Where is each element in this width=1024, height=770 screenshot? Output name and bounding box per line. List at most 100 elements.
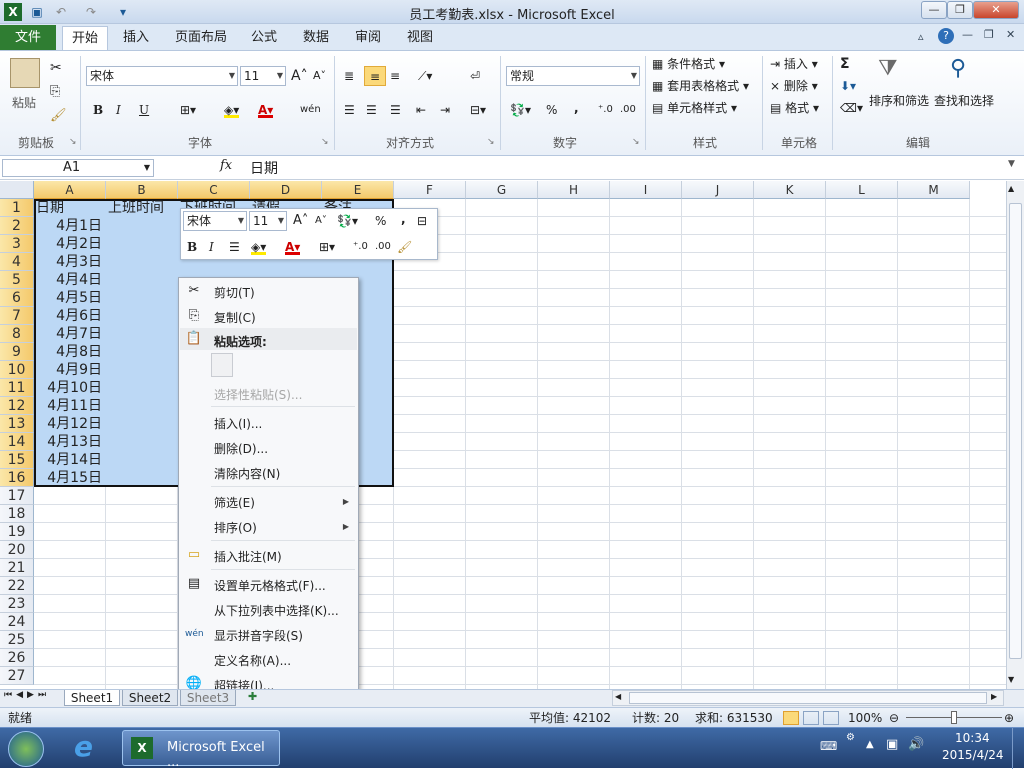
- restore-button[interactable]: ❐: [947, 1, 973, 19]
- mini-merge-icon[interactable]: ⊟: [417, 211, 427, 231]
- row-header[interactable]: 9: [0, 343, 34, 361]
- number-launcher-icon[interactable]: ↘: [632, 137, 640, 147]
- menu-item-insert-comment[interactable]: 插入批注(M): [214, 548, 282, 565]
- row-header[interactable]: 22: [0, 577, 34, 595]
- horizontal-scroll-thumb[interactable]: [629, 692, 987, 704]
- row-header[interactable]: 2: [0, 217, 34, 235]
- mini-comma-button[interactable]: ,: [401, 209, 406, 229]
- ime-icon[interactable]: ⚙: [846, 732, 855, 743]
- row-header[interactable]: 5: [0, 271, 34, 289]
- row-header[interactable]: 16: [0, 469, 34, 487]
- menu-item-phonetic[interactable]: 显示拼音字段(S): [214, 627, 303, 644]
- align-center-icon[interactable]: ☰: [366, 100, 377, 120]
- grow-font-icon[interactable]: A˄: [291, 66, 308, 86]
- menu-item-clear[interactable]: 清除内容(N): [214, 465, 280, 482]
- mini-increase-decimal-icon[interactable]: ⁺.0: [353, 237, 368, 257]
- font-color-icon[interactable]: A▾: [258, 100, 274, 118]
- ribbon-collapse-icon[interactable]: ▵: [918, 30, 924, 43]
- row-header[interactable]: 1: [0, 199, 34, 217]
- row-header[interactable]: 4: [0, 253, 34, 271]
- date-cell[interactable]: 4月9日: [34, 361, 102, 379]
- row-header[interactable]: 11: [0, 379, 34, 397]
- row-header[interactable]: 7: [0, 307, 34, 325]
- tab-page-layout[interactable]: 页面布局: [170, 26, 232, 50]
- zoom-out-icon[interactable]: ⊖: [889, 708, 899, 728]
- header-cell[interactable]: 上班时间: [108, 199, 178, 217]
- percent-button[interactable]: %: [546, 100, 557, 120]
- close-button[interactable]: ✕: [973, 1, 1019, 19]
- row-header[interactable]: 6: [0, 289, 34, 307]
- number-format-combo[interactable]: 常规 ▼: [506, 66, 640, 86]
- column-header[interactable]: D: [250, 181, 322, 199]
- row-header[interactable]: 27: [0, 667, 34, 685]
- vertical-scrollbar[interactable]: ▲ ▼: [1006, 181, 1024, 689]
- sort-filter-label[interactable]: 排序和筛选: [869, 92, 929, 109]
- increase-indent-icon[interactable]: ⇥: [440, 100, 450, 120]
- formula-input[interactable]: 日期: [250, 158, 278, 178]
- date-cell[interactable]: 4月3日: [34, 253, 102, 271]
- align-left-icon[interactable]: ☰: [344, 100, 355, 120]
- clear-icon[interactable]: ⌫▾: [840, 98, 863, 118]
- wb-minimize-icon[interactable]: —: [962, 28, 973, 41]
- copy-icon[interactable]: ⎘: [50, 84, 60, 99]
- volume-icon[interactable]: 🔊: [908, 737, 924, 752]
- paste-label[interactable]: 粘贴: [12, 94, 36, 111]
- zoom-level[interactable]: 100%: [848, 708, 882, 728]
- find-select-icon[interactable]: ⚲: [950, 56, 966, 81]
- network-icon[interactable]: ▣: [886, 737, 898, 752]
- paste-icon[interactable]: [10, 58, 40, 88]
- mini-font-combo[interactable]: 宋体 ▼: [183, 211, 247, 231]
- column-header[interactable]: A: [34, 181, 106, 199]
- expand-formula-bar-icon[interactable]: ▼: [1008, 159, 1015, 169]
- format-painter-icon[interactable]: 🖌: [50, 108, 67, 123]
- font-launcher-icon[interactable]: ↘: [321, 137, 329, 147]
- paste-option-icon[interactable]: [211, 353, 233, 377]
- decrease-indent-icon[interactable]: ⇤: [416, 100, 426, 120]
- merge-center-icon[interactable]: ⊟▾: [470, 100, 486, 120]
- sheet-tab-3[interactable]: Sheet3: [180, 690, 236, 706]
- row-header[interactable]: 8: [0, 325, 34, 343]
- menu-item-pick-list[interactable]: 从下拉列表中选择(K)...: [214, 602, 339, 619]
- fill-color-icon[interactable]: ◈▾: [224, 100, 240, 118]
- tab-file[interactable]: 文件: [0, 25, 56, 50]
- select-all-button[interactable]: [0, 181, 34, 199]
- insert-function-button[interactable]: fx: [220, 158, 232, 173]
- tray-expand-icon[interactable]: ▲: [866, 739, 874, 750]
- horizontal-scrollbar[interactable]: ◀ ▶: [612, 690, 1004, 706]
- alignment-launcher-icon[interactable]: ↘: [487, 137, 495, 147]
- column-header[interactable]: K: [754, 181, 826, 199]
- mini-decrease-decimal-icon[interactable]: .00: [375, 237, 391, 257]
- page-break-view-icon[interactable]: [823, 711, 839, 725]
- menu-item-insert[interactable]: 插入(I)...: [214, 415, 262, 432]
- keyboard-icon[interactable]: ⌨: [820, 739, 837, 753]
- menu-item-define-name[interactable]: 定义名称(A)...: [214, 652, 291, 669]
- row-header[interactable]: 20: [0, 541, 34, 559]
- insert-cells-button[interactable]: ⇥ 插入 ▾: [770, 54, 818, 74]
- page-layout-view-icon[interactable]: [803, 711, 819, 725]
- column-header[interactable]: G: [466, 181, 538, 199]
- zoom-in-icon[interactable]: ⊕: [1004, 708, 1014, 728]
- column-header[interactable]: C: [178, 181, 250, 199]
- row-header[interactable]: 17: [0, 487, 34, 505]
- mini-font-color-icon[interactable]: A▾: [285, 237, 301, 255]
- cell-styles-button[interactable]: ▤ 单元格样式 ▾: [652, 98, 737, 118]
- column-header[interactable]: H: [538, 181, 610, 199]
- date-cell[interactable]: 4月15日: [34, 469, 102, 487]
- font-size-combo[interactable]: 11 ▼: [240, 66, 286, 86]
- sheet-nav-icons[interactable]: ⏮◀▶⏭: [4, 690, 50, 700]
- column-header[interactable]: L: [826, 181, 898, 199]
- mini-percent-button[interactable]: %: [375, 211, 386, 231]
- menu-item-delete[interactable]: 删除(D)...: [214, 440, 268, 457]
- column-header[interactable]: B: [106, 181, 178, 199]
- format-cells-button[interactable]: ▤ 格式 ▾: [770, 98, 819, 118]
- autosum-button[interactable]: Σ: [840, 54, 850, 74]
- row-header[interactable]: 15: [0, 451, 34, 469]
- shrink-font-icon[interactable]: A˅: [313, 66, 326, 86]
- insert-sheet-icon[interactable]: ✚: [248, 690, 257, 703]
- row-header[interactable]: 10: [0, 361, 34, 379]
- scroll-right-icon[interactable]: ▶: [991, 692, 997, 701]
- find-select-label[interactable]: 查找和选择: [934, 92, 994, 109]
- row-header[interactable]: 23: [0, 595, 34, 613]
- date-cell[interactable]: 4月8日: [34, 343, 102, 361]
- date-cell[interactable]: 4月5日: [34, 289, 102, 307]
